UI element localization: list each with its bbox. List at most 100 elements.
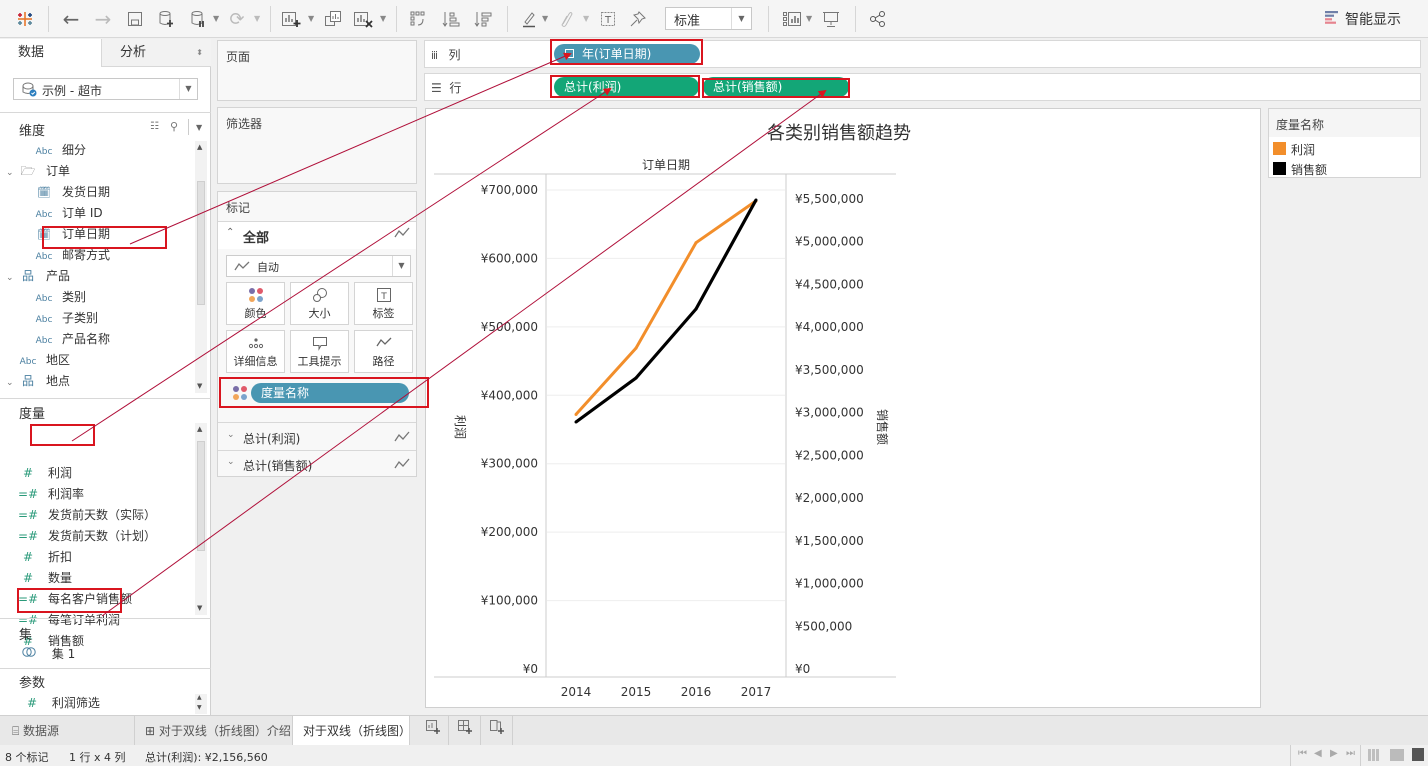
smart-show-button[interactable]: 智能显示 bbox=[1325, 9, 1401, 29]
tab-analysis[interactable]: 分析 ⬍ bbox=[101, 39, 211, 67]
new-worksheet-icon[interactable] bbox=[280, 8, 302, 30]
scroll-thumb[interactable] bbox=[197, 181, 205, 305]
measure-item[interactable]: # 折扣 bbox=[18, 547, 72, 568]
measure-item[interactable]: =# 利润率 bbox=[18, 484, 84, 505]
scroll-up-icon[interactable]: ▲ bbox=[197, 143, 202, 151]
mark-button-tooltip[interactable]: 工具提示 bbox=[290, 330, 349, 373]
dual-axis-line-chart[interactable]: 各类别销售额趋势 订单日期 ¥0 ¥100,000 ¥200,000 ¥300,000… bbox=[426, 109, 1262, 709]
save-icon[interactable] bbox=[124, 8, 146, 30]
caret-down-icon[interactable]: ▼ bbox=[806, 14, 812, 23]
measure-item[interactable]: =# 每笔订单利润 bbox=[18, 610, 120, 631]
fit-select[interactable]: 标准 ▼ bbox=[665, 7, 752, 30]
sort-ascending-icon[interactable] bbox=[440, 8, 462, 30]
measure-item[interactable]: # 数量 bbox=[18, 568, 72, 589]
mark-button-color[interactable]: 颜色 bbox=[226, 282, 285, 325]
parameters-scrollbar[interactable]: ▲ ▼ bbox=[195, 694, 207, 714]
next-sheet-icon[interactable]: ▶ bbox=[1330, 748, 1338, 759]
sum-profit-pill[interactable]: 总计(利润) bbox=[554, 77, 699, 97]
new-dashboard-button[interactable] bbox=[449, 716, 481, 746]
measure-item[interactable]: =# 发货前天数（计划） bbox=[18, 526, 156, 547]
first-sheet-icon[interactable]: ⏮ bbox=[1298, 748, 1307, 759]
mark-button-label[interactable]: T 标签 bbox=[354, 282, 413, 325]
chevron-down-icon[interactable]: ▼ bbox=[196, 123, 202, 132]
dimension-item[interactable]: ⌄ 品产品 bbox=[6, 266, 70, 287]
filmstrip-icon[interactable] bbox=[1390, 749, 1404, 761]
dimensions-scrollbar[interactable]: ▲ ▼ bbox=[195, 141, 207, 393]
sheet-tab-active[interactable]: 对于双线（折线图） bbox=[293, 716, 411, 746]
chevron-down-icon[interactable]: ⌄ bbox=[6, 268, 18, 289]
set-item[interactable]: 集 1 bbox=[22, 644, 75, 665]
rows-shelf[interactable]: ☰ 行 总计(利润) 总计(销售额) bbox=[424, 73, 1421, 101]
marks-all-header[interactable]: ⌃ 全部 bbox=[218, 222, 416, 249]
chevron-down-icon[interactable]: ⌄ bbox=[227, 430, 235, 440]
sheet-tab[interactable]: ⊞ 对于双线（折线图）介绍 bbox=[135, 716, 293, 746]
clear-sheet-icon[interactable] bbox=[352, 8, 374, 30]
measure-item[interactable]: =# 每名客户销售额 bbox=[18, 589, 132, 610]
group-icon[interactable] bbox=[555, 8, 577, 30]
scroll-down-icon[interactable]: ▼ bbox=[197, 704, 202, 711]
pause-update-icon[interactable] bbox=[188, 8, 210, 30]
chevron-down-icon[interactable]: ⌄ bbox=[6, 373, 18, 394]
duplicate-sheet-icon[interactable] bbox=[322, 8, 344, 30]
swap-rows-columns-icon[interactable] bbox=[407, 8, 429, 30]
dimension-item[interactable]: Abc 邮寄方式 bbox=[34, 245, 110, 266]
dimension-item[interactable]: Abc 子类别 bbox=[34, 308, 98, 329]
data-point[interactable] bbox=[574, 420, 578, 424]
chevron-down-icon[interactable]: ▼ bbox=[179, 79, 197, 99]
share-icon[interactable] bbox=[867, 8, 889, 30]
dimension-item[interactable]: 🗓 订单日期 bbox=[34, 224, 110, 245]
dimension-item[interactable]: ⌄ 品地点 bbox=[6, 371, 70, 392]
marks-profit-header[interactable]: ⌄ 总计(利润) bbox=[218, 425, 416, 450]
legend-header[interactable]: 度量名称 bbox=[1269, 109, 1420, 137]
dimension-item[interactable]: 🗓 发货日期 bbox=[34, 182, 110, 203]
mark-button-size[interactable]: 大小 bbox=[290, 282, 349, 325]
scroll-down-icon[interactable]: ▼ bbox=[197, 382, 202, 390]
datasource-select[interactable]: 示例 - 超市 ▼ bbox=[13, 78, 198, 100]
columns-shelf[interactable]: ⅲ 列 年(订单日期) bbox=[424, 40, 1421, 68]
scroll-thumb[interactable] bbox=[197, 441, 205, 551]
new-worksheet-button[interactable] bbox=[417, 716, 449, 746]
caret-down-icon[interactable]: ▼ bbox=[583, 14, 589, 23]
caret-down-icon[interactable]: ▼ bbox=[308, 14, 314, 23]
show-cards-icon[interactable] bbox=[781, 8, 803, 30]
presentation-icon[interactable] bbox=[820, 8, 842, 30]
sum-sales-pill[interactable]: 总计(销售额) bbox=[703, 77, 849, 97]
measure-item[interactable]: # 利润 bbox=[18, 463, 72, 484]
prev-sheet-icon[interactable]: ◀ bbox=[1314, 748, 1322, 759]
measure-item[interactable]: =# 发货前天数（实际） bbox=[18, 505, 156, 526]
tableau-logo-icon[interactable] bbox=[14, 8, 36, 30]
measure-names-pill[interactable]: 度量名称 bbox=[251, 383, 409, 403]
datasource-tab[interactable]: ⌸ 数据源 bbox=[0, 716, 135, 746]
caret-down-icon[interactable]: ▼ bbox=[213, 14, 219, 23]
dimension-item[interactable]: Abc 地区 bbox=[18, 350, 70, 371]
filters-card[interactable]: 筛选器 bbox=[217, 107, 417, 184]
sort-descending-icon[interactable] bbox=[472, 8, 494, 30]
data-point[interactable] bbox=[574, 412, 578, 416]
mark-button-detail[interactable]: 详细信息 bbox=[226, 330, 285, 373]
undo-icon[interactable]: ← bbox=[60, 7, 82, 31]
scroll-down-icon[interactable]: ▼ bbox=[197, 604, 202, 612]
data-point[interactable] bbox=[694, 307, 698, 311]
data-point[interactable] bbox=[634, 376, 638, 380]
caret-down-icon[interactable]: ▼ bbox=[542, 14, 548, 23]
dimension-item[interactable]: Abc 产品名称 bbox=[34, 329, 110, 350]
dimension-item[interactable]: Abc 订单 ID bbox=[34, 203, 103, 224]
mark-button-path[interactable]: 路径 bbox=[354, 330, 413, 373]
last-sheet-icon[interactable]: ⏭ bbox=[1346, 748, 1355, 759]
view-toggle-icon[interactable]: ☷ bbox=[150, 121, 159, 132]
chevron-down-icon[interactable]: ▼ bbox=[731, 8, 751, 29]
sort-toggle-icon[interactable]: ⬍ bbox=[196, 39, 203, 67]
measures-scrollbar[interactable]: ▲ ▼ bbox=[195, 423, 207, 615]
new-story-button[interactable] bbox=[481, 716, 513, 746]
series-line-sales[interactable] bbox=[575, 199, 758, 424]
show-labels-icon[interactable]: T bbox=[597, 8, 619, 30]
chevron-up-icon[interactable]: ⌃ bbox=[226, 227, 234, 238]
data-point[interactable] bbox=[634, 346, 638, 350]
sheet-sorter-icon[interactable] bbox=[1368, 749, 1380, 761]
refresh-icon[interactable]: ⟳ bbox=[226, 8, 248, 30]
data-point[interactable] bbox=[694, 241, 698, 245]
fix-axes-icon[interactable] bbox=[627, 8, 649, 30]
tabs-view-icon[interactable] bbox=[1412, 748, 1424, 761]
redo-icon[interactable]: → bbox=[92, 7, 114, 31]
search-icon[interactable]: ⚲ bbox=[170, 120, 178, 133]
